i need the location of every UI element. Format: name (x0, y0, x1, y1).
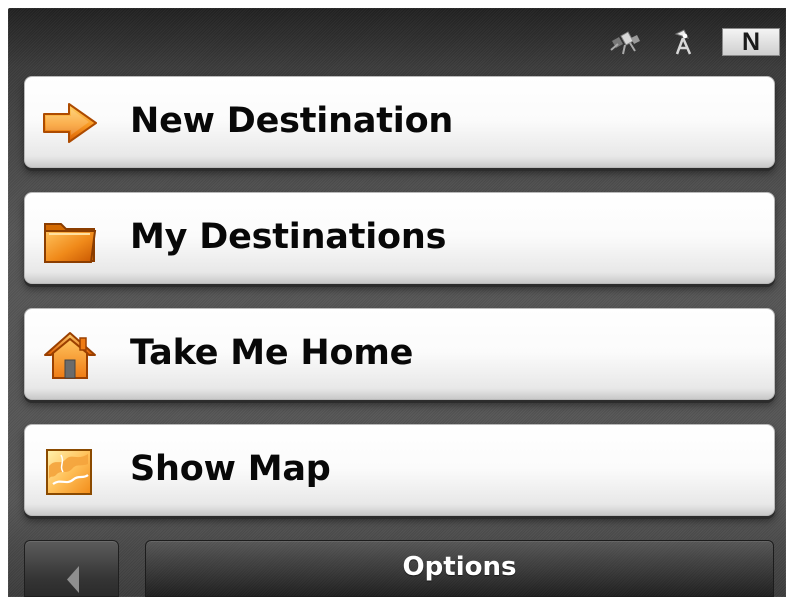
gps-antenna-icon (674, 29, 692, 55)
satellite-icon (610, 31, 640, 55)
new-destination-button[interactable]: New Destination (24, 76, 775, 168)
my-destinations-button[interactable]: My Destinations (24, 192, 775, 284)
show-map-button[interactable]: Show Map (24, 424, 775, 516)
options-button[interactable]: Options (145, 540, 774, 597)
new-destination-label: New Destination (130, 101, 454, 141)
navigation-main-menu: N New Destination My Destinations Take M… (8, 8, 786, 597)
map-icon (46, 449, 92, 495)
status-bar: N (8, 8, 786, 75)
show-map-label: Show Map (130, 449, 331, 489)
folder-icon (44, 223, 97, 263)
home-icon (44, 332, 96, 379)
compass-badge[interactable]: N (722, 28, 780, 56)
options-label: Options (402, 552, 517, 582)
bottom-toolbar: Options (8, 536, 786, 597)
chevron-left-icon (67, 566, 79, 593)
my-destinations-label: My Destinations (130, 217, 447, 257)
arrow-right-icon (43, 103, 97, 143)
take-me-home-button[interactable]: Take Me Home (24, 308, 775, 400)
take-me-home-label: Take Me Home (130, 333, 414, 373)
back-button[interactable] (24, 540, 119, 597)
